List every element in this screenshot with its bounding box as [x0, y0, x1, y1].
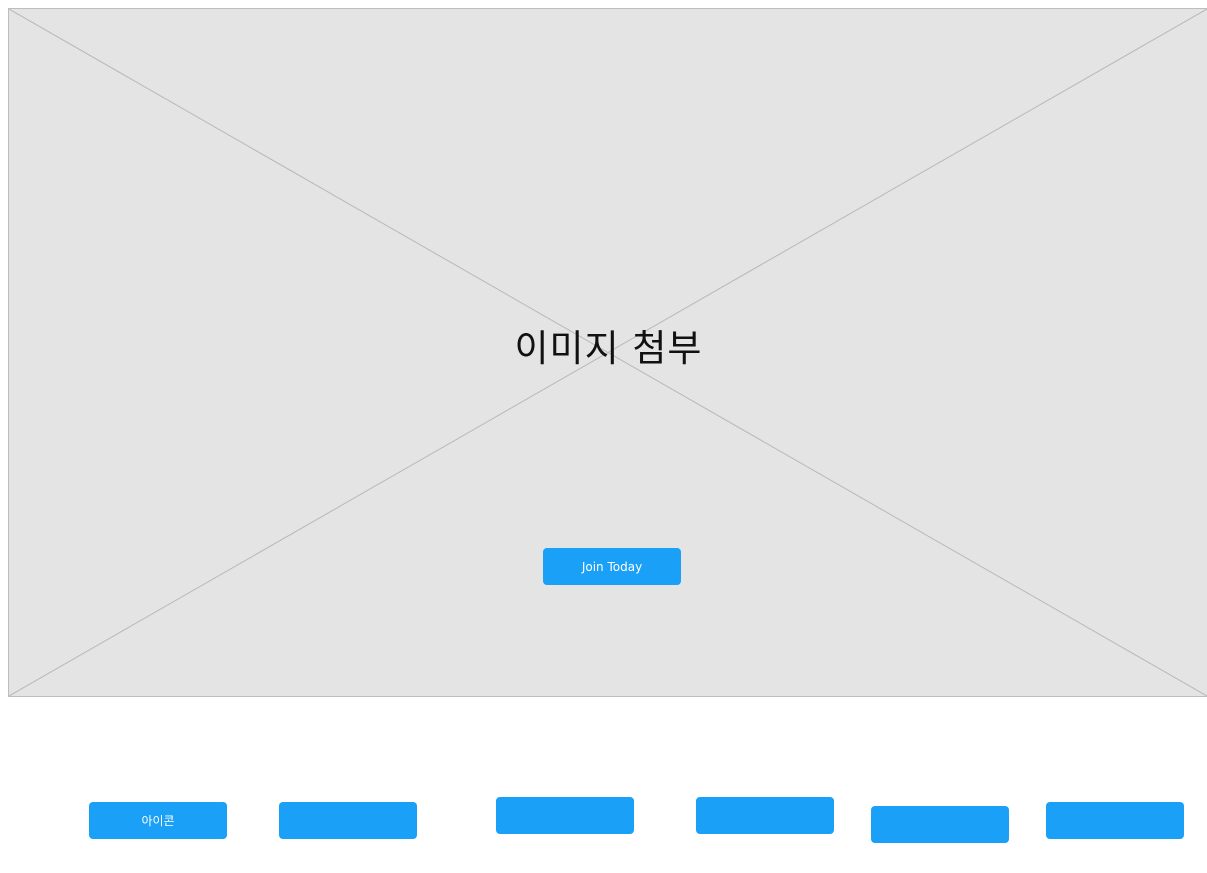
icon-button-4[interactable]: [696, 797, 834, 834]
hero-image-placeholder: 이미지 첨부 Join Today: [8, 8, 1207, 697]
join-today-button[interactable]: Join Today: [543, 548, 681, 585]
icon-button-6[interactable]: [1046, 802, 1184, 839]
hero-placeholder-text: 이미지 첨부: [514, 327, 703, 370]
icon-button-1[interactable]: 아이콘: [89, 802, 227, 839]
icon-button-3[interactable]: [496, 797, 634, 834]
icon-button-2[interactable]: [279, 802, 417, 839]
icon-button-5[interactable]: [871, 806, 1009, 843]
